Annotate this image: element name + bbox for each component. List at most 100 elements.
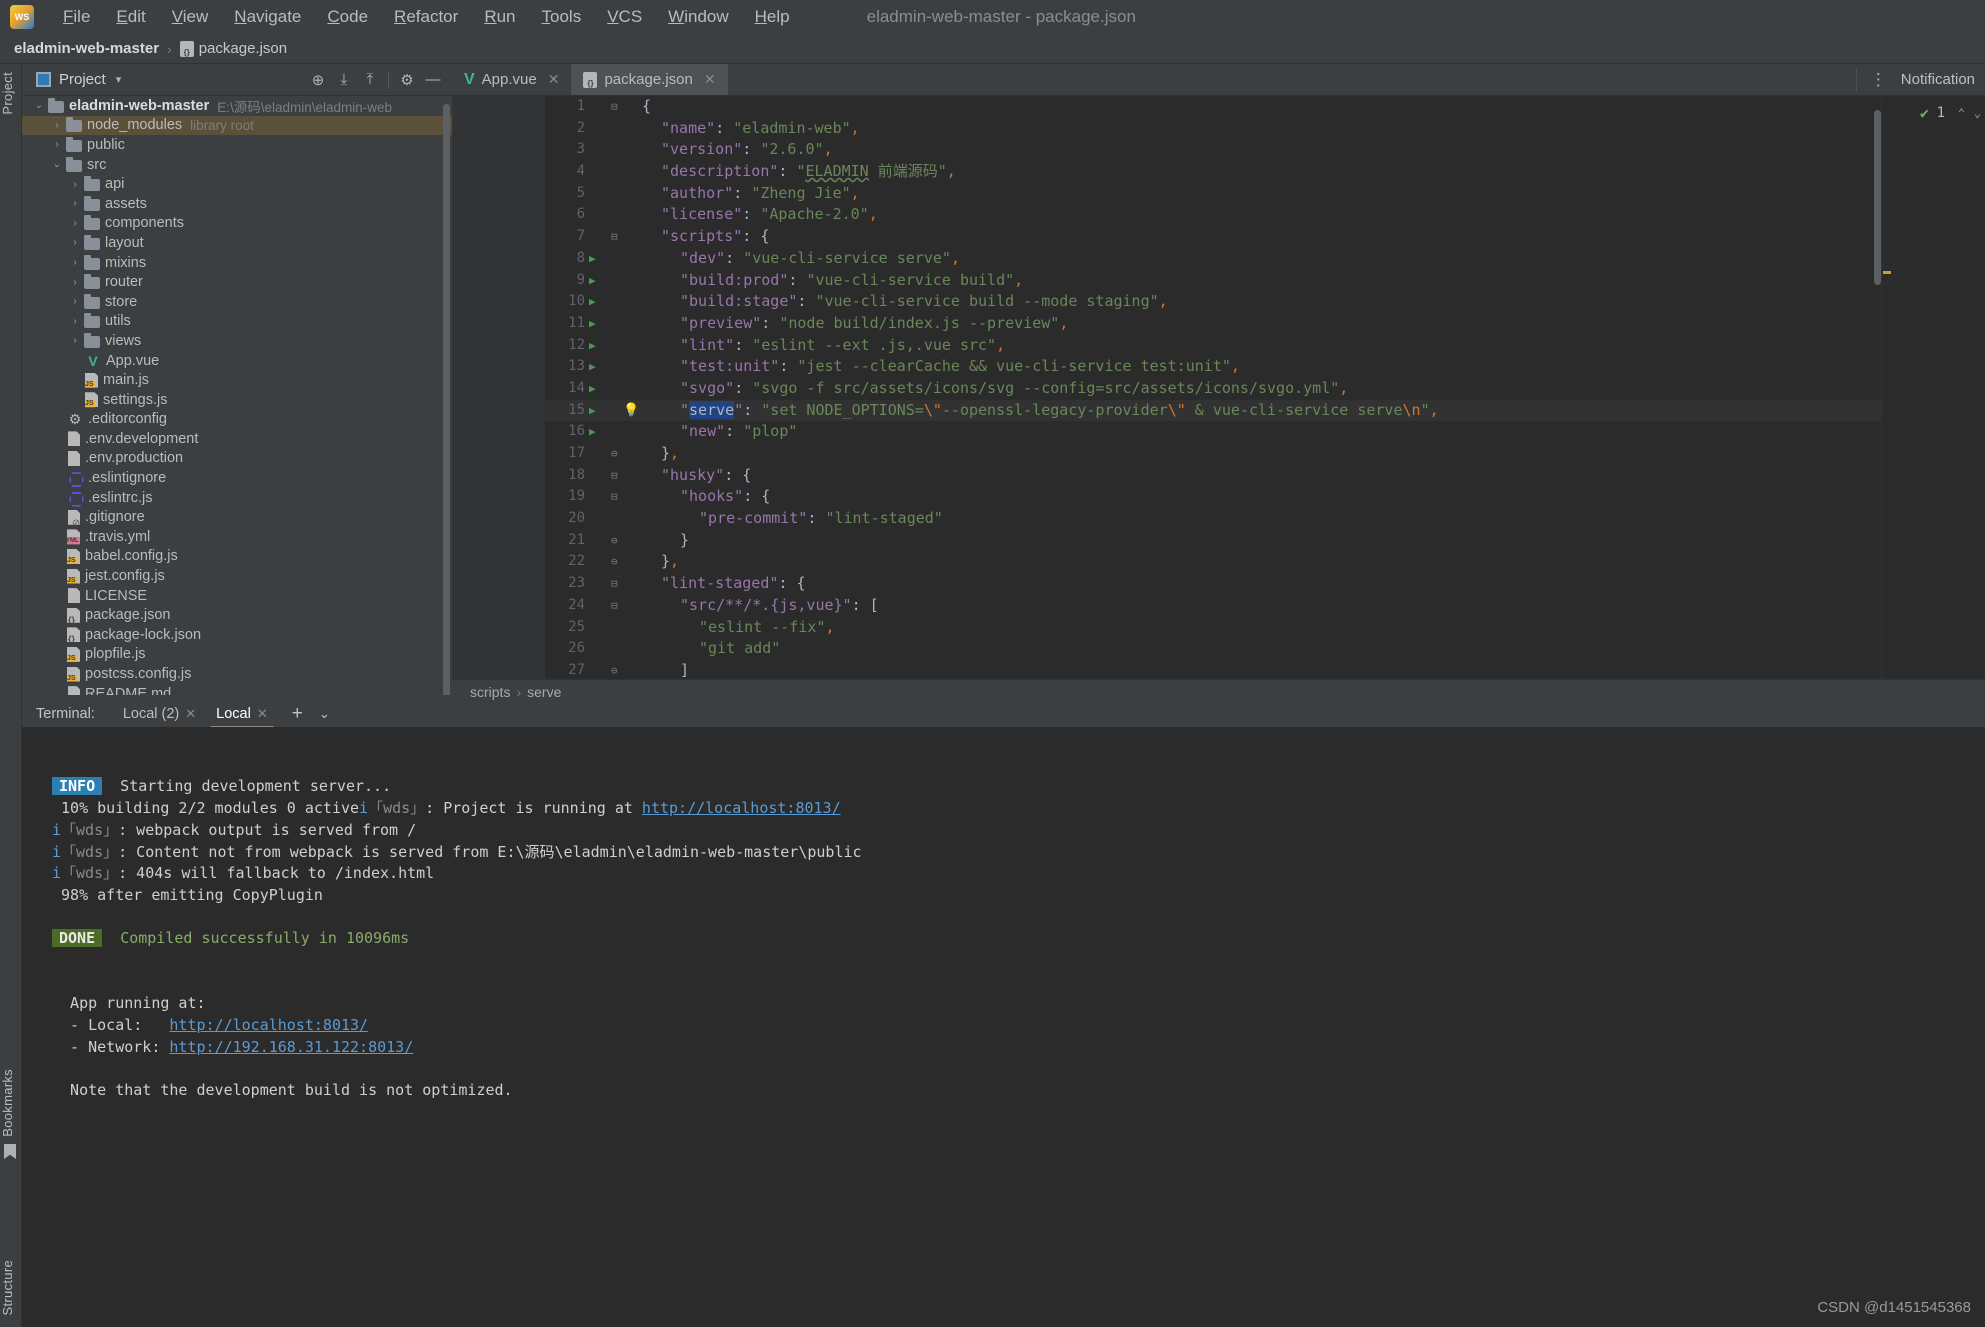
menu-vcs[interactable]: VCS — [594, 3, 655, 31]
code-line[interactable]: 1⊟{ — [545, 96, 1985, 118]
code-line[interactable]: 21⊖} — [545, 530, 1985, 552]
code-line[interactable]: 2"name": "eladmin-web", — [545, 118, 1985, 140]
run-script-icon[interactable]: ▶ — [589, 400, 603, 422]
terminal-options-chevron-down-icon[interactable]: ⌄ — [319, 706, 330, 722]
editor-code-area[interactable]: 1⊟{2"name": "eladmin-web",3"version": "2… — [545, 96, 1985, 695]
tree-item-package-lock-json[interactable]: ·package-lock.json — [22, 625, 452, 645]
intention-bulb-icon[interactable]: 💡 — [623, 400, 639, 422]
sidebar-tab-bookmarks[interactable]: Bookmarks — [0, 1069, 22, 1137]
terminal-link[interactable]: http://localhost:8013/ — [642, 799, 841, 817]
tree-item--eslintrc-js[interactable]: ·.eslintrc.js — [22, 488, 452, 508]
close-icon[interactable]: ✕ — [704, 71, 716, 88]
fold-toggle-icon[interactable]: ⊟ — [611, 226, 618, 248]
inspection-marker[interactable] — [1883, 271, 1891, 274]
fold-toggle-icon[interactable]: ⊖ — [611, 530, 618, 552]
tree-item-store[interactable]: ›store — [22, 292, 452, 312]
chevron-right-icon[interactable]: › — [68, 316, 82, 327]
code-line[interactable]: 12▶"lint": "eslint --ext .js,.vue src", — [545, 335, 1985, 357]
editor-crumb-scripts[interactable]: scripts — [470, 684, 510, 700]
menu-edit[interactable]: Edit — [103, 3, 158, 31]
tree-item-mixins[interactable]: ›mixins — [22, 253, 452, 273]
run-script-icon[interactable]: ▶ — [589, 378, 603, 400]
tree-item-jest-config-js[interactable]: ·jest.config.js — [22, 566, 452, 586]
run-script-icon[interactable]: ▶ — [589, 313, 603, 335]
terminal-link[interactable]: http://192.168.31.122:8013/ — [169, 1038, 413, 1056]
run-script-icon[interactable]: ▶ — [589, 335, 603, 357]
code-line[interactable]: 14▶"svgo": "svgo -f src/assets/icons/svg… — [545, 378, 1985, 400]
menu-navigate[interactable]: Navigate — [221, 3, 314, 31]
sidebar-tab-structure[interactable]: Structure — [0, 1260, 22, 1315]
menu-window[interactable]: Window — [655, 3, 741, 31]
tree-item-utils[interactable]: ›utils — [22, 312, 452, 332]
chevron-down-icon[interactable]: ▾ — [116, 73, 122, 86]
run-script-icon[interactable]: ▶ — [589, 270, 603, 292]
menu-run[interactable]: Run — [471, 3, 528, 31]
chevron-down-icon[interactable]: ⌄ — [50, 159, 64, 170]
code-line[interactable]: 17⊖}, — [545, 443, 1985, 465]
code-line[interactable]: 19⊟"hooks": { — [545, 486, 1985, 508]
inspection-widget[interactable]: ✔ 1 ⌃ ⌄ — [1881, 96, 1985, 695]
notification-tab[interactable]: Notification — [1901, 71, 1975, 88]
chevron-right-icon[interactable]: › — [68, 179, 82, 190]
menu-refactor[interactable]: Refactor — [381, 3, 471, 31]
chevron-right-icon[interactable]: › — [68, 335, 82, 346]
tree-item-eladmin-web-master[interactable]: ⌄eladmin-web-masterE:\源码\eladmin\eladmin… — [22, 96, 452, 116]
editor-scrollbar[interactable] — [1874, 110, 1881, 285]
fold-toggle-icon[interactable]: ⊟ — [611, 486, 618, 508]
chevron-right-icon[interactable]: › — [68, 257, 82, 268]
chevron-right-icon[interactable]: › — [68, 277, 82, 288]
run-script-icon[interactable]: ▶ — [589, 356, 603, 378]
tree-item-package-json[interactable]: ·package.json — [22, 605, 452, 625]
breadcrumb-project[interactable]: eladmin-web-master — [14, 40, 159, 57]
expand-all-icon[interactable]: ⤓ — [331, 67, 357, 93]
menu-file[interactable]: File — [50, 3, 103, 31]
fold-toggle-icon[interactable]: ⊟ — [611, 595, 618, 617]
fold-toggle-icon[interactable]: ⊟ — [611, 573, 618, 595]
tree-item--gitignore[interactable]: ·.gitignore — [22, 507, 452, 527]
tree-item-babel-config-js[interactable]: ·babel.config.js — [22, 547, 452, 567]
code-line[interactable]: 7⊟"scripts": { — [545, 226, 1985, 248]
code-line[interactable]: 22⊖}, — [545, 551, 1985, 573]
menu-tools[interactable]: Tools — [529, 3, 595, 31]
code-line[interactable]: 5"author": "Zheng Jie", — [545, 183, 1985, 205]
code-line[interactable]: 6"license": "Apache-2.0", — [545, 204, 1985, 226]
close-icon[interactable]: ✕ — [548, 71, 560, 88]
fold-toggle-icon[interactable]: ⊟ — [611, 465, 618, 487]
menu-help[interactable]: Help — [742, 3, 803, 31]
tree-item-readme-md[interactable]: ·README.md — [22, 684, 452, 695]
code-line[interactable]: 16▶"new": "plop" — [545, 421, 1985, 443]
tree-item-node-modules[interactable]: ›node_moduleslibrary root — [22, 116, 452, 136]
tree-item-api[interactable]: ›api — [22, 174, 452, 194]
code-line[interactable]: 11▶"preview": "node build/index.js --pre… — [545, 313, 1985, 335]
chevron-right-icon[interactable]: › — [68, 237, 82, 248]
code-line[interactable]: 3"version": "2.6.0", — [545, 139, 1985, 161]
close-icon[interactable]: ✕ — [257, 706, 268, 722]
prev-issue-icon[interactable]: ⌃ — [1958, 106, 1965, 120]
code-line[interactable]: 10▶"build:stage": "vue-cli-service build… — [545, 291, 1985, 313]
tree-item-license[interactable]: ·LICENSE — [22, 586, 452, 606]
hide-panel-icon[interactable]: — — [420, 67, 446, 93]
tree-item-main-js[interactable]: ·main.js — [22, 370, 452, 390]
tree-item-components[interactable]: ›components — [22, 214, 452, 234]
add-terminal-icon[interactable]: + — [292, 703, 303, 725]
tree-item-router[interactable]: ›router — [22, 272, 452, 292]
code-line[interactable]: 9▶"build:prod": "vue-cli-service build", — [545, 270, 1985, 292]
code-editor[interactable]: 1⊟{2"name": "eladmin-web",3"version": "2… — [452, 96, 1985, 695]
chevron-right-icon[interactable]: › — [68, 198, 82, 209]
code-line[interactable]: 15▶💡"serve": "set NODE_OPTIONS=\"--opens… — [545, 400, 1985, 422]
code-line[interactable]: 24⊟"src/**/*.{js,vue}": [ — [545, 595, 1985, 617]
code-line[interactable]: 8▶"dev": "vue-cli-service serve", — [545, 248, 1985, 270]
menu-code[interactable]: Code — [314, 3, 381, 31]
next-issue-icon[interactable]: ⌄ — [1974, 106, 1981, 120]
tree-item-views[interactable]: ›views — [22, 331, 452, 351]
run-script-icon[interactable]: ▶ — [589, 421, 603, 443]
tree-item-src[interactable]: ⌄src — [22, 155, 452, 175]
tree-item--editorconfig[interactable]: ·⚙.editorconfig — [22, 410, 452, 430]
chevron-right-icon[interactable]: › — [68, 218, 82, 229]
close-icon[interactable]: ✕ — [185, 706, 196, 722]
chevron-right-icon[interactable]: › — [50, 120, 64, 131]
tree-item-postcss-config-js[interactable]: ·postcss.config.js — [22, 664, 452, 684]
terminal-tab-local[interactable]: Local✕ — [206, 703, 278, 725]
tree-item-plopfile-js[interactable]: ·plopfile.js — [22, 645, 452, 665]
editor-tab-App-vue[interactable]: VApp.vue✕ — [452, 64, 571, 95]
